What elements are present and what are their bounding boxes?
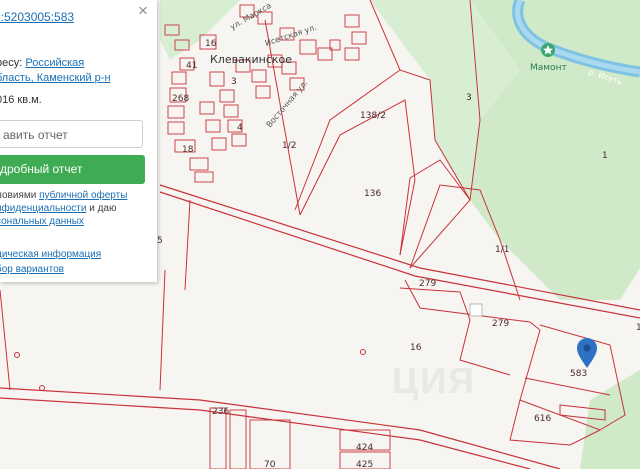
plot-label: 4 [237, 123, 243, 133]
legal-info-link[interactable]: дическая информация [0, 249, 101, 260]
plot [299, 39, 317, 55]
address-link[interactable]: Российская [25, 57, 84, 69]
plot-label: 18 [182, 145, 194, 155]
plot-label: 5 [157, 236, 163, 246]
plot [171, 71, 187, 85]
close-icon[interactable]: × [135, 2, 151, 19]
plot [255, 85, 271, 99]
street-label: Восточная ул. [265, 78, 310, 129]
parcel-boundary [299, 99, 416, 256]
plot [205, 119, 221, 133]
plot [344, 14, 360, 28]
plot-label: 1 [602, 151, 608, 161]
area-value: 016 кв.м. [0, 94, 42, 106]
forest-area [160, 0, 240, 60]
plot [229, 409, 247, 469]
terms-prefix: ловиями [0, 190, 40, 201]
plot-label: 279 [492, 319, 509, 329]
place-label: Клевакинское [210, 53, 292, 66]
order-report-button[interactable]: авить отчет [0, 120, 143, 148]
address: ресу: Российская бласть, Каменский р-н [0, 56, 156, 86]
detailed-report-button[interactable]: дробный отчет [0, 155, 145, 184]
options-link[interactable]: бор вариантов [0, 264, 64, 275]
street-label: Исетская ул. [264, 23, 318, 48]
plot [167, 105, 185, 119]
plot [211, 137, 227, 151]
plot [351, 31, 367, 45]
plot-label: 138/2 [360, 111, 386, 121]
plot-label: 41 [186, 61, 197, 71]
plot-label: 16 [205, 39, 217, 49]
plot-label: 279 [419, 279, 436, 289]
plot-label: 424 [356, 443, 373, 453]
plot [209, 71, 225, 87]
plot [329, 39, 341, 51]
plot-label: 425 [356, 460, 373, 469]
plot [344, 47, 360, 61]
plot-label: 3 [466, 93, 472, 103]
address-prefix: ресу: [0, 57, 23, 69]
plot-label: 1/1 [495, 245, 509, 255]
address-line2-link[interactable]: бласть, Каменский р-н [0, 72, 111, 84]
parcel-boundary [524, 377, 611, 396]
map-pin-icon [577, 338, 597, 368]
parcel-boundary [0, 289, 11, 391]
poi-label: Мамонт [530, 63, 567, 73]
privacy-link[interactable]: нфиденциальности [0, 203, 86, 214]
info-panel: × 2:5203005:583 ресу: Российская бласть,… [0, 0, 157, 282]
watermark: ЦИЯ [392, 360, 477, 401]
terms-suffix: и даю [86, 203, 117, 214]
offer-link[interactable]: публичной оферты [39, 190, 127, 201]
plot [251, 69, 267, 83]
plot-label: 3 [231, 77, 237, 87]
map-point [39, 385, 45, 391]
map-point [14, 352, 20, 358]
plot-label: 16 [410, 343, 422, 353]
map-pin-dot [583, 344, 591, 352]
plot [189, 157, 209, 171]
plot-label: 268 [172, 94, 189, 104]
plot-label: 1/2 [282, 141, 296, 151]
plot-label: 1 [636, 323, 640, 333]
plot [223, 104, 239, 118]
broken-image-icon [469, 303, 483, 317]
personal-data-link[interactable]: сональных данных [0, 216, 84, 227]
plot [219, 89, 235, 103]
plot [167, 121, 185, 135]
plot [209, 407, 227, 469]
terms-text: ловиями публичной оферты нфиденциальност… [0, 189, 156, 228]
plot-label: 136 [364, 189, 381, 199]
plot-label: 616 [534, 414, 551, 424]
cadastral-number-link[interactable]: 2:5203005:583 [0, 10, 74, 24]
plot-label: 236 [212, 407, 229, 417]
forest-area [580, 370, 640, 469]
plot [194, 171, 214, 183]
plot [199, 101, 215, 115]
map-point [360, 349, 366, 355]
parcel-boundary [159, 269, 166, 391]
plot [231, 133, 247, 147]
plot-label: 583 [570, 369, 587, 379]
parcel-boundary [184, 199, 191, 291]
selected-plot-pin[interactable] [577, 338, 597, 368]
plot-label: 70 [264, 460, 276, 469]
